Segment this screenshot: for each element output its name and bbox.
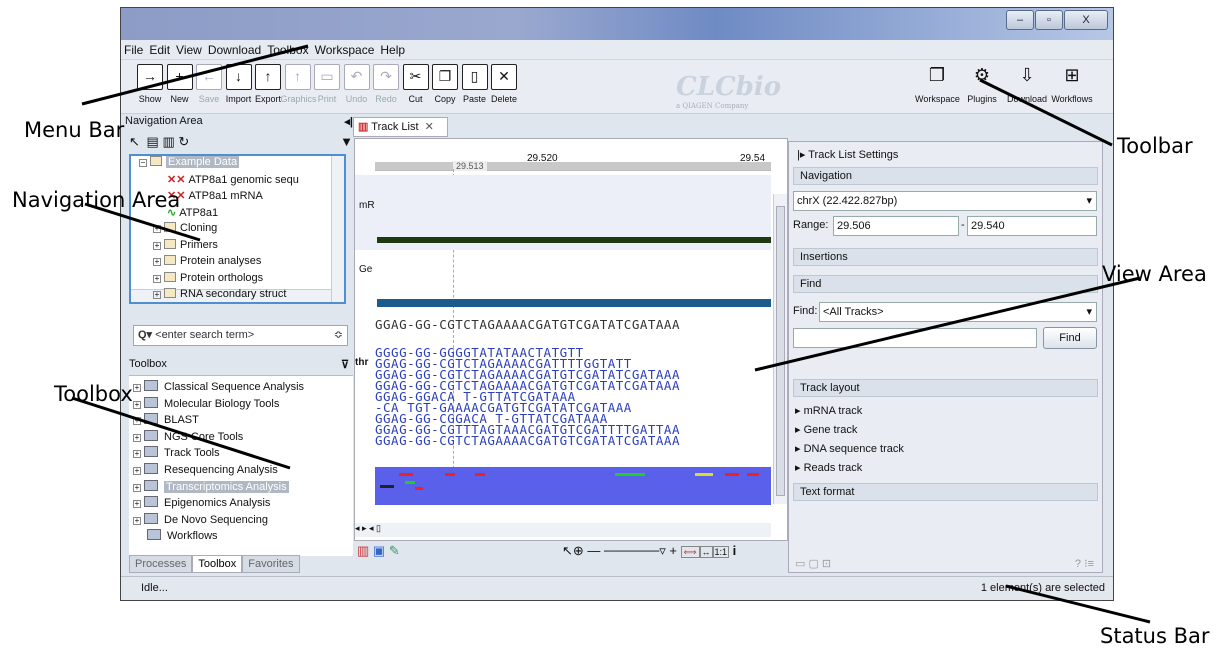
menu-bar-arrow [81, 44, 309, 106]
status-bar-arrow [1005, 584, 1151, 624]
toolbox-arrow [71, 396, 291, 470]
annotation-view-area: View Area [1102, 262, 1207, 286]
annotation-status-bar: Status Bar [1100, 624, 1210, 648]
annotation-navigation-area: Navigation Area [12, 188, 181, 212]
annotation-toolbar: Toolbar [1117, 134, 1193, 158]
annotation-menu-bar: Menu Bar [24, 118, 125, 142]
annotation-arrows [71, 44, 1151, 624]
annotation-toolbox: Toolbox [54, 382, 133, 406]
toolbar-arrow [979, 78, 1113, 147]
view-area-arrow [754, 276, 1141, 372]
